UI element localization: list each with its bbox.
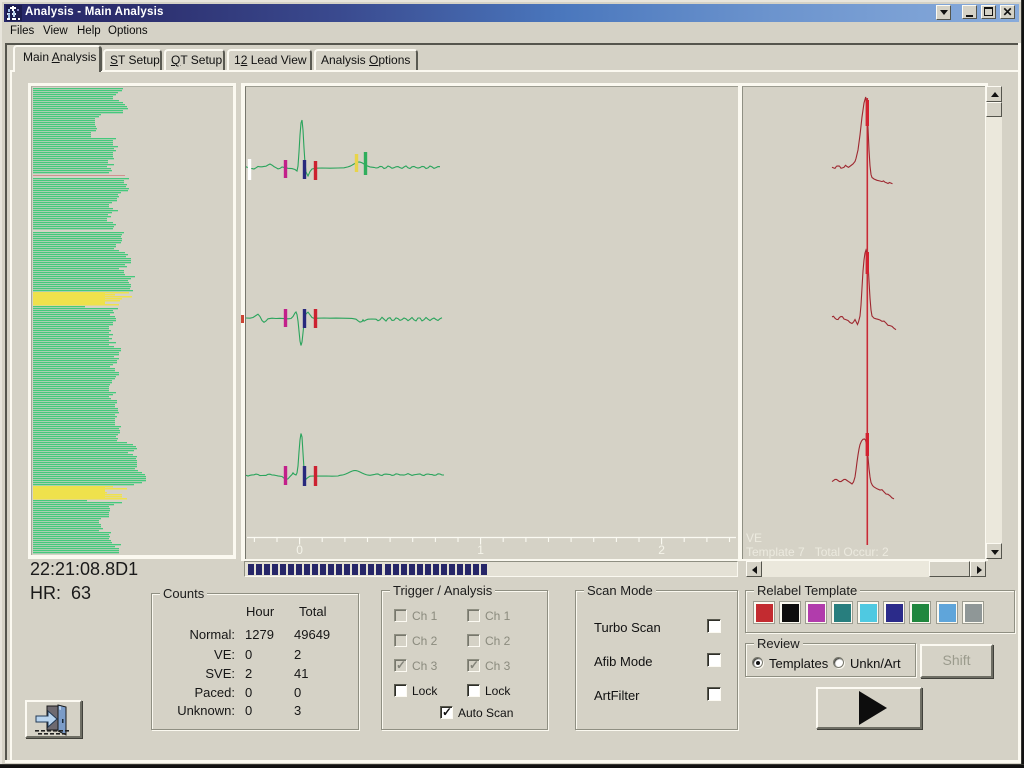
svg-text:VE: VE (746, 531, 762, 545)
svg-text:2: 2 (658, 543, 665, 557)
svg-text:0: 0 (296, 543, 303, 557)
svg-text:1: 1 (477, 543, 484, 557)
svg-text:Template 7 Total Occur: 2: Template 7 Total Occur: 2 (746, 545, 889, 559)
